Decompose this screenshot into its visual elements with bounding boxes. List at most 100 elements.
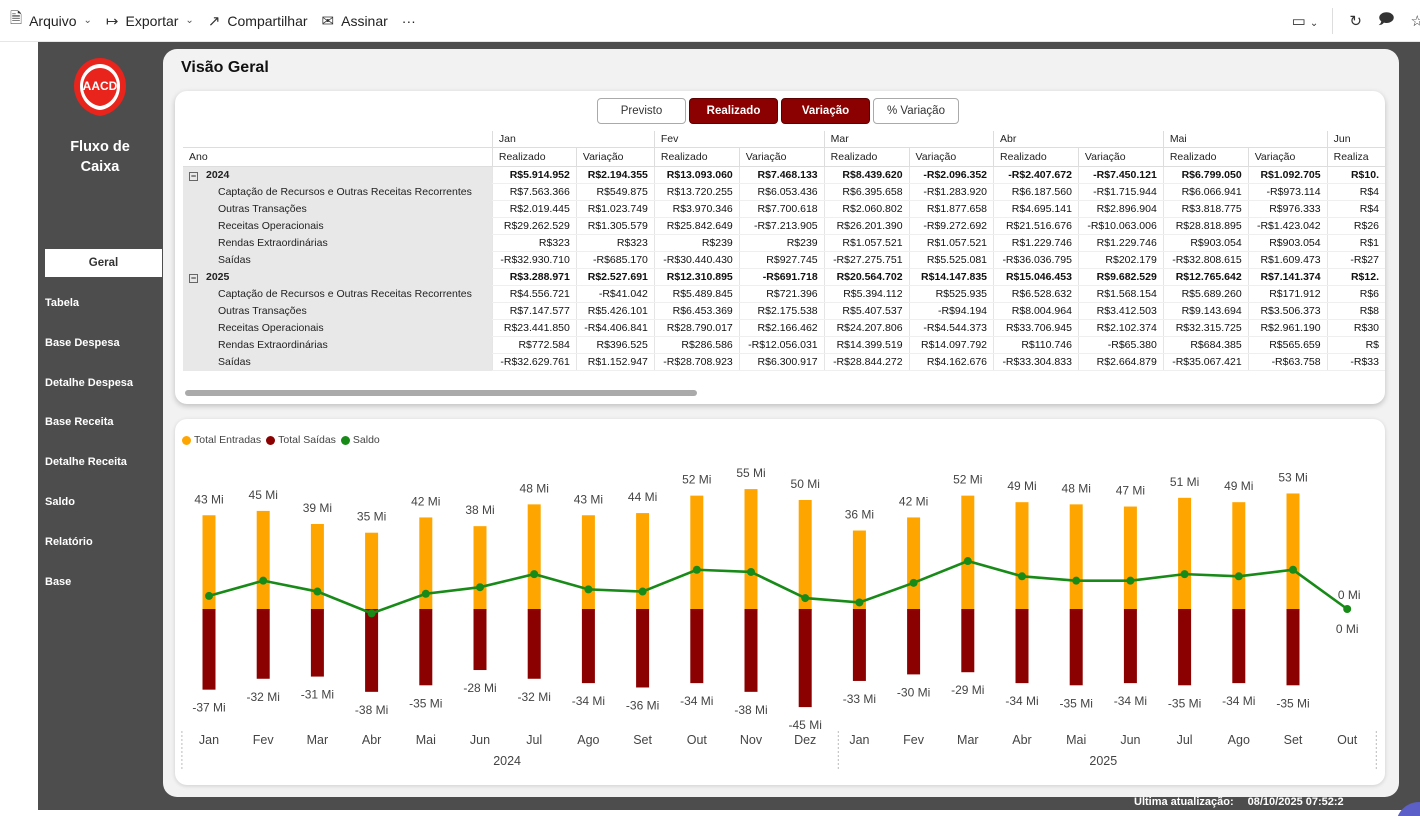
entradas-bar[interactable] — [690, 495, 704, 609]
group-label[interactable]: −2025 — [183, 268, 493, 286]
entradas-bar[interactable] — [365, 532, 379, 609]
saldo-point[interactable] — [692, 565, 701, 574]
nav-item-geral[interactable]: Geral — [45, 249, 162, 277]
saldo-point[interactable] — [530, 570, 539, 579]
toggle-realizado[interactable]: Realizado — [689, 98, 778, 124]
more-options-button[interactable]: ··· — [402, 13, 416, 29]
saldo-point[interactable] — [421, 589, 430, 598]
saldo-point[interactable] — [1126, 576, 1135, 585]
group-total-cell: R$1.092.705 — [1247, 166, 1328, 184]
group-label[interactable]: −2024 — [183, 166, 493, 184]
saldo-point[interactable] — [638, 587, 647, 596]
table-cell: R$8 — [1326, 302, 1385, 320]
nav-item-relatorio[interactable]: Relatório — [45, 536, 162, 548]
saidas-bar[interactable] — [852, 609, 866, 681]
entradas-bar[interactable] — [852, 530, 866, 609]
table-cell: R$202.179 — [1077, 251, 1164, 269]
saidas-bar[interactable] — [1232, 609, 1246, 684]
table-cell: R$5.525.081 — [908, 251, 994, 269]
nav-item-detalhe-receita[interactable]: Detalhe Receita — [45, 456, 162, 468]
saldo-point[interactable] — [1180, 570, 1189, 579]
saldo-point[interactable] — [909, 578, 918, 587]
saidas-bar[interactable] — [473, 609, 487, 671]
saidas-bar[interactable] — [1123, 609, 1137, 684]
saldo-point[interactable] — [1072, 576, 1081, 585]
saidas-bar[interactable] — [907, 609, 921, 675]
saldo-point[interactable] — [747, 567, 755, 576]
file-menu[interactable]: 🗎 Arquivo ⌄ — [10, 8, 92, 33]
saldo-point[interactable] — [367, 609, 376, 618]
saidas-bar[interactable] — [744, 609, 758, 692]
entradas-bar[interactable] — [1069, 504, 1083, 609]
entradas-bar[interactable] — [310, 523, 324, 609]
saidas-bar[interactable] — [527, 609, 541, 679]
entradas-bar[interactable] — [1015, 502, 1029, 609]
entradas-bar[interactable] — [473, 526, 487, 609]
saidas-bar[interactable] — [1015, 609, 1029, 684]
saldo-point[interactable] — [313, 587, 322, 596]
toggle-variacao[interactable]: Variação — [781, 98, 870, 124]
saidas-bar[interactable] — [365, 609, 379, 692]
toggle-pct-variacao[interactable]: % Variação — [873, 98, 959, 124]
nav-item-base[interactable]: Base — [45, 576, 162, 588]
comment-icon[interactable]: 🗩 — [1378, 9, 1395, 34]
entradas-bar[interactable] — [527, 504, 541, 609]
view-mode-icon[interactable]: ▭ ⌄ — [1292, 12, 1319, 30]
entradas-bar[interactable] — [1232, 502, 1246, 609]
saidas-bar[interactable] — [581, 609, 595, 684]
favorite-icon[interactable]: ☆ — [1411, 12, 1420, 30]
saidas-bar[interactable] — [1069, 609, 1083, 686]
entradas-bar[interactable] — [1123, 506, 1137, 609]
refresh-icon[interactable]: ↻ — [1349, 12, 1362, 30]
entradas-bar[interactable] — [581, 515, 595, 609]
saidas-bar[interactable] — [1286, 609, 1300, 686]
saldo-point[interactable] — [584, 585, 593, 594]
entradas-bar[interactable] — [961, 495, 975, 609]
saldo-point[interactable] — [963, 557, 972, 566]
nav-item-detalhe-despesa[interactable]: Detalhe Despesa — [45, 377, 162, 389]
entradas-bar[interactable] — [744, 489, 758, 609]
toggle-previsto[interactable]: Previsto — [597, 98, 686, 124]
nav-item-tabela[interactable]: Tabela — [45, 297, 162, 309]
saldo-point[interactable] — [1018, 572, 1026, 581]
sign-button[interactable]: ✉ Assinar — [322, 12, 388, 30]
saldo-point[interactable] — [205, 591, 213, 600]
matrix-scroll-area[interactable]: Jan Fev Mar Abr Mai Jun Ano Realizado Variação… — [183, 131, 1385, 387]
saidas-bar[interactable] — [202, 609, 216, 690]
saldo-point[interactable] — [259, 576, 268, 585]
entradas-bar[interactable] — [1178, 497, 1192, 609]
nav-item-saldo[interactable]: Saldo — [45, 496, 162, 508]
saidas-bar[interactable] — [961, 609, 975, 673]
saidas-data-label: -38 Mi — [355, 703, 388, 717]
table-row: Captação de Recursos e Outras Receitas R… — [183, 183, 1385, 201]
logo-text: AACD — [83, 79, 118, 93]
saldo-point[interactable] — [801, 594, 810, 603]
saldo-point[interactable] — [1289, 565, 1297, 574]
last-update: Ultima atualização: 08/10/2025 07:52:2 — [1134, 796, 1344, 808]
saldo-point[interactable] — [1234, 572, 1243, 581]
export-menu[interactable]: ↦ Exportar ⌄ — [106, 12, 194, 30]
saldo-point[interactable] — [855, 598, 864, 607]
entradas-bar[interactable] — [256, 510, 270, 609]
entradas-bar[interactable] — [907, 517, 921, 609]
saidas-bar[interactable] — [310, 609, 324, 677]
collapse-icon[interactable]: − — [189, 172, 198, 182]
saldo-point[interactable] — [1343, 605, 1352, 613]
saidas-bar[interactable] — [636, 609, 650, 688]
saidas-bar[interactable] — [256, 609, 270, 679]
nav-item-base-despesa[interactable]: Base Despesa — [45, 337, 162, 349]
saidas-bar[interactable] — [1178, 609, 1192, 686]
saidas-bar[interactable] — [798, 609, 812, 708]
entradas-bar[interactable] — [798, 500, 812, 609]
saldo-point[interactable] — [476, 583, 484, 592]
saidas-bar[interactable] — [690, 609, 704, 684]
horizontal-scrollbar[interactable] — [185, 390, 697, 396]
assistant-bubble-icon[interactable] — [1396, 802, 1420, 816]
share-button[interactable]: ↗ Compartilhar — [208, 12, 308, 30]
measure-toggles: Previsto Realizado Variação % Variação — [597, 98, 962, 124]
collapse-icon[interactable]: − — [189, 274, 198, 283]
saidas-bar[interactable] — [419, 609, 433, 686]
nav-item-base-receita[interactable]: Base Receita — [45, 416, 162, 428]
table-cell: R$5.689.260 — [1162, 285, 1249, 303]
entradas-bar[interactable] — [1286, 493, 1300, 609]
